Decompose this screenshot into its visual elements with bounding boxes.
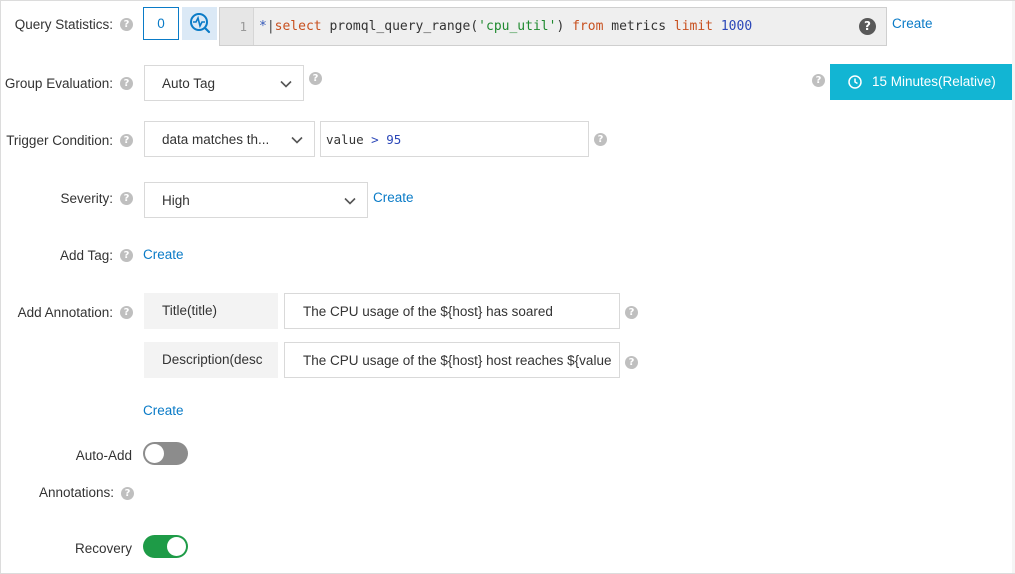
chevron-down-icon [291,136,303,144]
query-keyword-select: select [274,19,322,34]
help-icon[interactable]: ? [120,249,133,262]
help-icon[interactable]: ? [594,133,607,146]
line-number: 1 [239,19,247,34]
editor-gutter: 1 [220,8,254,45]
expression-value: 95 [386,132,402,147]
annotation-value-text: The CPU usage of the ${host} host reache… [303,353,612,368]
recovery-label: Recovery [74,541,132,556]
add-annotation-label: Add Annotation: [17,305,113,320]
annotation-value-description[interactable]: The CPU usage of the ${host} host reache… [284,342,620,378]
query-argument: 'cpu_util' [478,19,557,34]
severity-value: High [162,193,190,208]
trigger-condition-value: data matches th... [162,132,270,147]
add-tag-create-link[interactable]: Create [143,247,184,262]
query-count-box[interactable]: 0 [143,7,179,40]
annotation-value-title[interactable]: The CPU usage of the ${host} has soared [284,293,620,329]
query-keyword-limit: limit [673,19,714,34]
group-evaluation-select[interactable]: Auto Tag [144,65,304,101]
query-paren-close: ) [556,19,565,34]
query-table: metrics [611,19,667,34]
annotation-key-title[interactable]: Title(title) [144,293,278,329]
recovery-toggle[interactable] [143,535,188,558]
help-icon[interactable]: ? [120,18,133,31]
add-tag-label: Add Tag: [59,248,113,263]
auto-add-annotations-toggle[interactable] [143,442,188,465]
severity-label: Severity: [60,191,113,206]
help-icon[interactable]: ? [120,192,133,205]
auto-add-label-line2: Annotations: [38,485,114,500]
trigger-expression-input[interactable]: value > 95 [320,121,589,157]
query-statistics-label: Query Statistics: [14,17,113,32]
annotation-key-description[interactable]: Description(desc [144,342,278,378]
trigger-condition-label: Trigger Condition: [6,133,113,148]
chevron-down-icon [344,197,356,205]
alert-rule-form: Query Statistics: ? 0 1 *|select promql_… [0,0,1015,574]
auto-add-label-line1: Auto-Add [75,448,132,463]
query-create-link[interactable]: Create [892,16,933,31]
query-statistics-label-wrap: Query Statistics: ? [1,16,135,36]
trigger-expression-text: value > 95 [326,132,401,147]
help-icon[interactable]: ? [625,306,638,319]
trigger-condition-select[interactable]: data matches th... [144,121,315,157]
time-range-button[interactable]: 15 Minutes(Relative) [830,64,1012,100]
query-text: *|select promql_query_range('cpu_util') … [259,19,752,34]
annotation-key-label: Description(desc [162,352,263,367]
help-icon[interactable]: ? [120,77,133,90]
severity-select[interactable]: High [144,182,368,218]
group-evaluation-label: Group Evaluation: [4,76,113,91]
toggle-knob [145,444,164,463]
time-range-label: 15 Minutes(Relative) [872,74,996,89]
refresh-icon[interactable] [182,7,217,40]
annotation-create-link[interactable]: Create [143,403,184,418]
help-icon[interactable]: ? [625,356,638,369]
add-tag-label-wrap: Add Tag: ? [1,247,135,267]
query-editor[interactable]: 1 *|select promql_query_range('cpu_util'… [219,7,887,46]
trigger-condition-label-wrap: Trigger Condition: ? [1,132,135,152]
toggle-knob [167,537,186,556]
expression-operator: > [371,132,379,147]
annotation-value-text: The CPU usage of the ${host} has soared [303,304,553,319]
query-star: * [259,19,267,34]
severity-label-wrap: Severity: ? [1,190,135,210]
group-evaluation-label-wrap: Group Evaluation: ? [1,75,135,95]
query-keyword-from: from [572,19,604,34]
help-icon[interactable]: ? [309,72,322,85]
annotation-key-label: Title(title) [162,303,218,318]
severity-create-link[interactable]: Create [373,190,414,205]
help-icon[interactable]: ? [859,18,876,35]
query-limit-value: 1000 [720,19,753,34]
help-icon[interactable]: ? [812,74,825,87]
help-icon[interactable]: ? [121,487,134,500]
add-annotation-label-wrap: Add Annotation: ? [1,304,135,324]
group-evaluation-value: Auto Tag [162,76,216,91]
help-icon[interactable]: ? [120,306,133,319]
expression-field: value [326,132,364,147]
clock-icon [848,75,862,89]
chevron-down-icon [280,80,292,88]
query-function: promql_query_range( [329,19,479,34]
help-icon[interactable]: ? [120,134,133,147]
query-pipe: | [266,19,275,34]
